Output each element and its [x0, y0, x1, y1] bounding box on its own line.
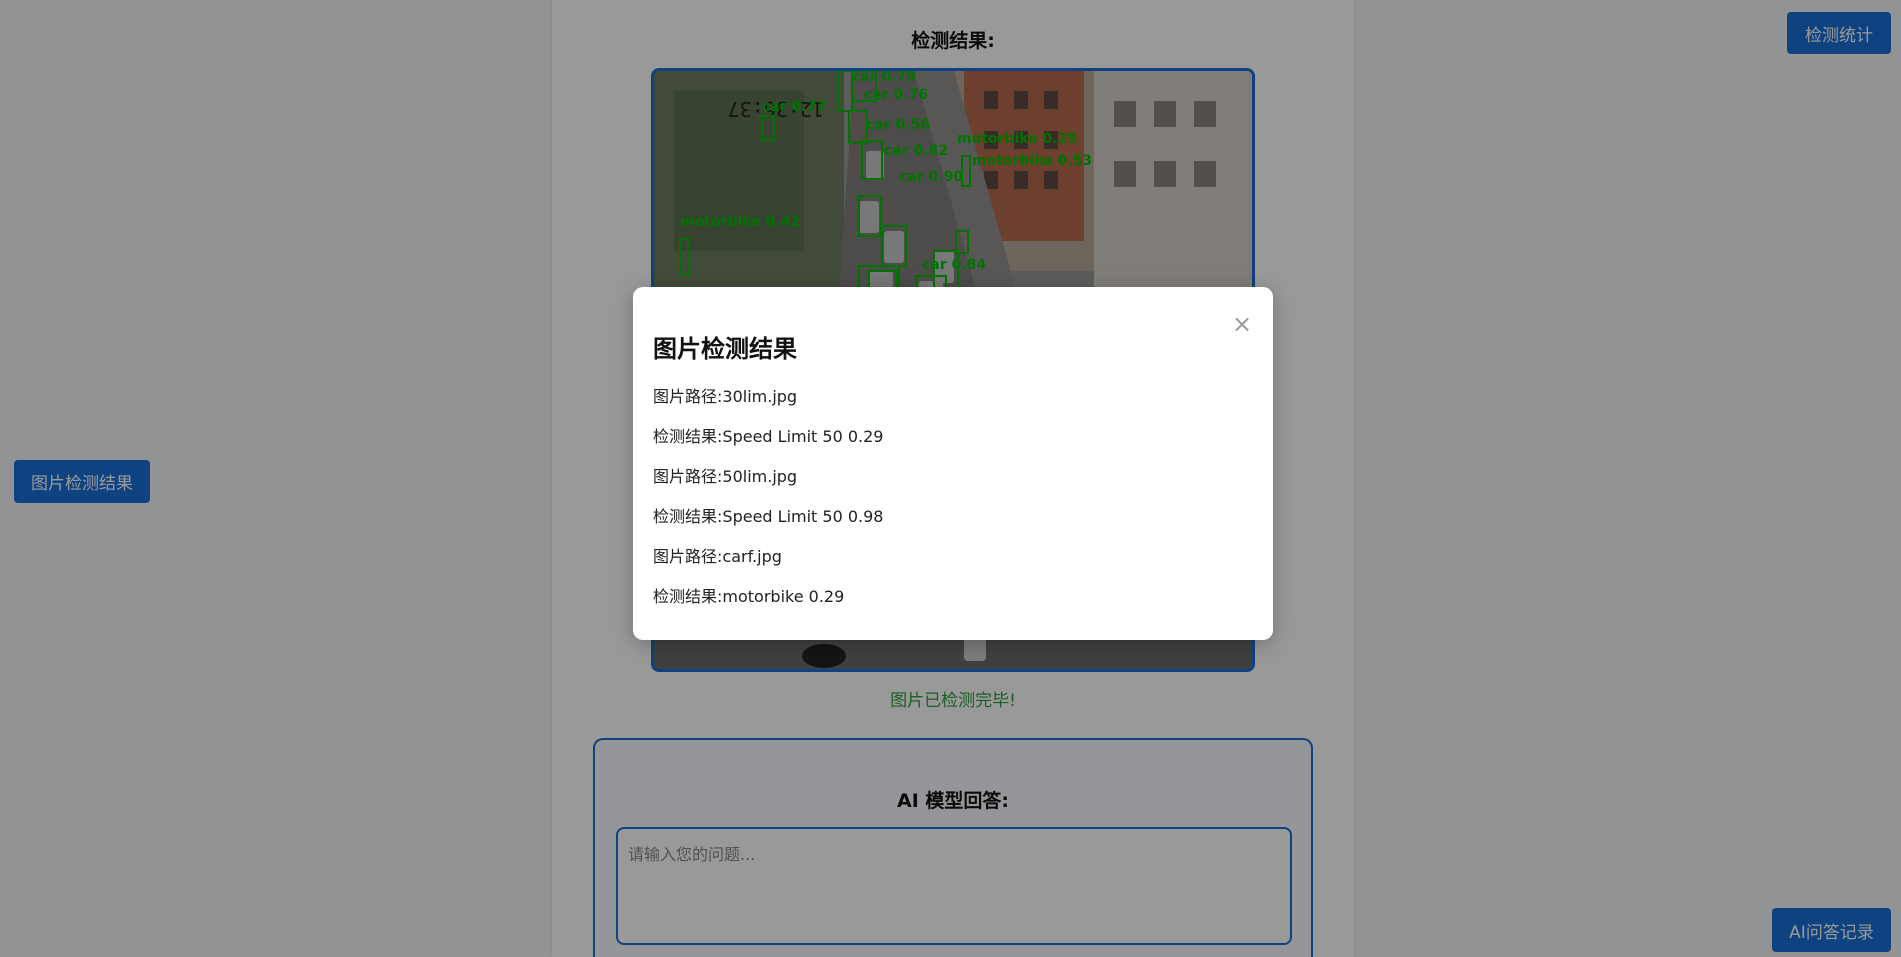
row-value: Speed Limit 50 0.98 [722, 507, 884, 526]
row-value: Speed Limit 50 0.29 [722, 427, 884, 446]
close-icon[interactable]: × [1230, 312, 1254, 336]
modal-row: 图片路径:carf.jpg [653, 543, 883, 583]
row-value: motorbike 0.29 [722, 587, 845, 606]
image-results-modal: × 图片检测结果 图片路径:30lim.jpg 检测结果:Speed Limit… [633, 287, 1273, 640]
modal-row: 检测结果:Speed Limit 50 0.98 [653, 503, 883, 543]
modal-row: 检测结果:motorbike 0.29 [653, 583, 883, 623]
row-value: carf.jpg [722, 547, 782, 566]
row-label: 图片路径: [653, 547, 723, 566]
row-label: 检测结果: [653, 587, 723, 606]
modal-row: 检测结果:Speed Limit 50 0.29 [653, 423, 883, 463]
row-label: 检测结果: [653, 427, 723, 446]
row-value: 30lim.jpg [722, 387, 798, 406]
row-value: 50lim.jpg [722, 467, 798, 486]
modal-title: 图片检测结果 [653, 335, 797, 363]
modal-row: 图片路径:50lim.jpg [653, 463, 883, 503]
modal-row: 图片路径:30lim.jpg [653, 383, 883, 423]
row-label: 图片路径: [653, 467, 723, 486]
row-label: 图片路径: [653, 387, 723, 406]
modal-result-list: 图片路径:30lim.jpg 检测结果:Speed Limit 50 0.29 … [653, 383, 883, 623]
row-label: 检测结果: [653, 507, 723, 526]
